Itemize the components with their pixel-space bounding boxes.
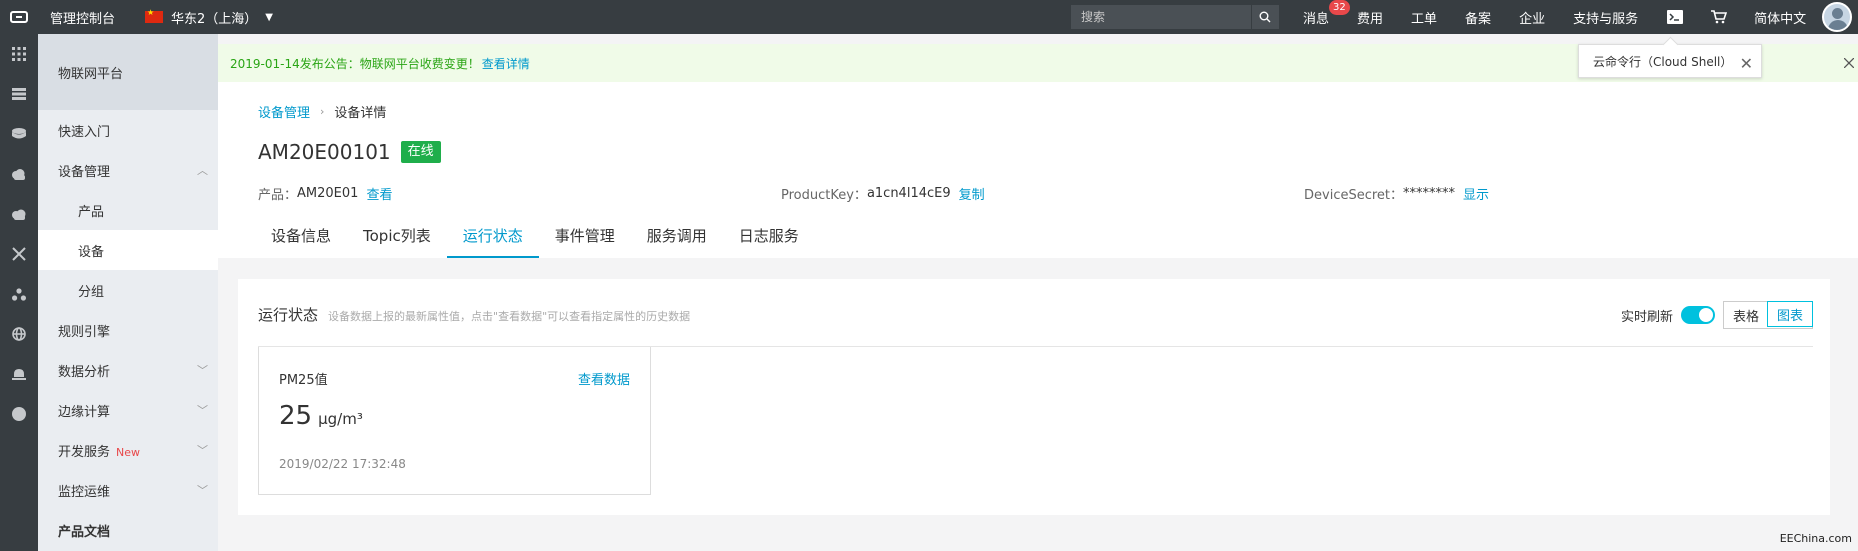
region-label: 华东2（上海） — [171, 11, 258, 27]
language-selector[interactable]: 简体中文 — [1754, 8, 1806, 27]
nav-billing[interactable]: 费用 — [1357, 8, 1383, 27]
sidebar-item-device[interactable]: 设备 — [38, 230, 218, 270]
tab-log-service[interactable]: 日志服务 — [723, 212, 815, 258]
status-badge: 在线 — [400, 141, 441, 163]
tab-topic-list[interactable]: Topic列表 — [347, 212, 447, 258]
property-number: 25 — [279, 401, 313, 431]
breadcrumb-current: 设备详情 — [334, 106, 387, 121]
chevron-down-icon: ﹀ — [197, 444, 208, 457]
watermark: EEChina.com — [1779, 532, 1852, 545]
sidebar: 物联网平台 快速入门 设备管理 ︿ 产品 设备 分组 规则引擎 数据分析 ﹀ 边缘计… — [38, 34, 218, 551]
announcement-link[interactable]: 查看详情 — [482, 55, 530, 72]
chevron-up-icon: ︿ — [197, 164, 208, 177]
search-icon — [1259, 11, 1270, 23]
sidebar-item-data-analysis[interactable]: 数据分析 ﹀ — [38, 350, 218, 390]
search-button[interactable] — [1251, 5, 1277, 29]
close-icon[interactable] — [1840, 54, 1858, 72]
top-bar: 管理控制台 华东2（上海） ▼ 消息32 费用 工单 备案 企业 支持与服务 简… — [0, 0, 1858, 34]
property-unit: μg/m³ — [318, 410, 363, 428]
chevron-down-icon: ﹀ — [197, 484, 208, 497]
table-view-button[interactable]: 表格 — [1723, 302, 1768, 328]
product-icon-rail — [0, 34, 38, 551]
realtime-refresh-label: 实时刷新 — [1620, 309, 1673, 325]
sidebar-item-dev-services[interactable]: 开发服务 New ﹀ — [38, 430, 218, 470]
property-name: PM25值 — [279, 373, 328, 388]
caret-down-icon: ▼ — [265, 11, 273, 23]
console-title[interactable]: 管理控制台 — [50, 8, 115, 27]
property-card: PM25值 查看数据 25 μg/m³ 2019/02/22 17:32:48 — [258, 347, 651, 495]
sidebar-item-product[interactable]: 产品 — [38, 190, 218, 230]
nav-enterprise[interactable]: 企业 — [1519, 8, 1545, 27]
sidebar-item-device-management[interactable]: 设备管理 ︿ — [38, 150, 218, 190]
top-search — [1071, 5, 1279, 29]
panel-controls: 实时刷新 表格 图表 — [1621, 301, 1813, 329]
tooltip-text: 云命令行（Cloud Shell） — [1593, 54, 1733, 69]
logo-icon[interactable] — [0, 0, 38, 34]
nav-support[interactable]: 支持与服务 — [1573, 8, 1638, 27]
sidebar-item-rules-engine[interactable]: 规则引擎 — [38, 310, 218, 350]
chevron-down-icon: ﹀ — [197, 364, 208, 377]
globe-icon[interactable] — [0, 314, 38, 354]
tab-running-status[interactable]: 运行状态 — [446, 212, 539, 258]
chart-view-button[interactable]: 图表 — [1766, 301, 1813, 327]
property-value: 25 μg/m³ — [279, 401, 363, 431]
sidebar-title: 物联网平台 — [38, 34, 218, 110]
sidebar-item-quick-start[interactable]: 快速入门 — [38, 110, 218, 150]
sidebar-item-group[interactable]: 分组 — [38, 270, 218, 310]
sidebar-item-monitoring[interactable]: 监控运维 ﹀ — [38, 470, 218, 510]
meta-product-key: ProductKey： a1cn4l14cE9 复制 — [781, 184, 985, 203]
search-input[interactable] — [1071, 5, 1251, 29]
nav-tickets[interactable]: 工单 — [1411, 8, 1437, 27]
cloud-icon[interactable] — [0, 154, 38, 194]
copy-key-link[interactable]: 复制 — [959, 184, 985, 203]
sidebar-item-docs[interactable]: 产品文档 — [38, 510, 218, 550]
realtime-refresh-toggle[interactable] — [1680, 306, 1715, 324]
cloud-storage-icon[interactable] — [0, 194, 38, 234]
message-count-badge: 32 — [1329, 0, 1350, 15]
show-secret-link[interactable]: 显示 — [1463, 184, 1489, 203]
database-icon[interactable] — [0, 114, 38, 154]
running-status-panel: 运行状态 设备数据上报的最新属性值，点击"查看数据"可以查看指定属性的历史数据 … — [238, 279, 1830, 515]
meta-device-secret: DeviceSecret： ******** 显示 — [1304, 184, 1490, 203]
breadcrumb-device-management[interactable]: 设备管理 — [258, 102, 310, 121]
breadcrumb: 设备管理 › 设备详情 — [258, 102, 386, 121]
breadcrumb-separator-icon: › — [320, 105, 325, 118]
cloud-shell-tooltip: 云命令行（Cloud Shell） ✕ — [1578, 44, 1762, 78]
property-timestamp: 2019/02/22 17:32:48 — [279, 457, 406, 471]
china-flag-icon — [145, 8, 164, 23]
top-nav: 消息 32 费用 工单 备案 企业 支持与服务 简体中文 — [1303, 0, 1834, 34]
close-icon[interactable]: ✕ — [1740, 54, 1753, 73]
tab-device-info[interactable]: 设备信息 — [255, 212, 347, 258]
device-header: 设备管理 › 设备详情 AM20E00101 在线 产品： AM20E01 查看 P… — [218, 82, 1858, 258]
user-avatar[interactable] — [1822, 2, 1852, 32]
chevron-down-icon: ﹀ — [197, 404, 208, 417]
announcement-text: 2019-01-14发布公告：物联网平台收费变更！ — [230, 56, 480, 71]
meta-product: 产品： AM20E01 查看 — [258, 184, 393, 203]
panel-header: 运行状态 设备数据上报的最新属性值，点击"查看数据"可以查看指定属性的历史数据 — [258, 304, 690, 325]
panel-title: 运行状态 — [258, 306, 319, 324]
server-icon[interactable] — [0, 74, 38, 114]
device-name: AM20E00101 — [258, 140, 391, 164]
dot-icon[interactable] — [0, 394, 38, 434]
view-data-link[interactable]: 查看数据 — [578, 369, 630, 388]
panel-description: 设备数据上报的最新属性值，点击"查看数据"可以查看指定属性的历史数据 — [328, 310, 691, 323]
tab-event-management[interactable]: 事件管理 — [539, 212, 631, 258]
terminal-icon[interactable] — [1666, 8, 1684, 26]
nav-messages[interactable]: 消息 32 — [1303, 0, 1350, 27]
network-icon[interactable] — [0, 234, 38, 274]
nav-icp[interactable]: 备案 — [1465, 8, 1491, 27]
cluster-icon[interactable] — [0, 274, 38, 314]
monitor-icon[interactable] — [0, 354, 38, 394]
new-tag: New — [116, 445, 141, 459]
view-product-link[interactable]: 查看 — [366, 184, 392, 203]
view-switcher: 表格 图表 — [1722, 301, 1813, 329]
sidebar-item-edge-computing[interactable]: 边缘计算 ﹀ — [38, 390, 218, 430]
tab-bar: 设备信息 Topic列表 运行状态 事件管理 服务调用 日志服务 — [255, 212, 815, 258]
region-selector[interactable]: 华东2（上海） ▼ — [145, 8, 273, 27]
tab-service-call[interactable]: 服务调用 — [631, 212, 723, 258]
grid-icon[interactable] — [0, 34, 38, 74]
cart-icon[interactable] — [1710, 8, 1728, 26]
page-title: AM20E00101 在线 — [258, 140, 441, 164]
